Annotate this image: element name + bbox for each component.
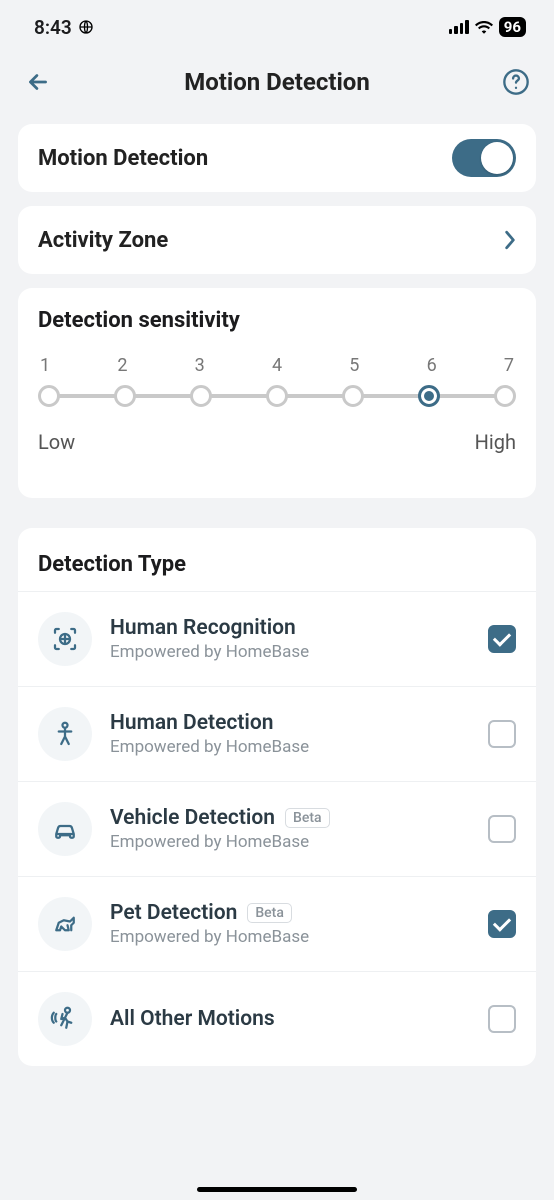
activity-zone-card[interactable]: Activity Zone bbox=[18, 206, 536, 274]
detection-type-name: Human Detection bbox=[110, 711, 470, 735]
toggle-knob bbox=[481, 142, 513, 174]
sensitivity-step[interactable] bbox=[342, 385, 364, 407]
sensitivity-step[interactable] bbox=[266, 385, 288, 407]
sensitivity-tick: 5 bbox=[349, 355, 359, 376]
sensitivity-tick: 6 bbox=[427, 355, 437, 376]
detection-type-subtitle: Empowered by HomeBase bbox=[110, 642, 470, 662]
home-indicator bbox=[197, 1187, 357, 1192]
detection-type-checkbox[interactable] bbox=[488, 1005, 516, 1033]
motion-detection-label: Motion Detection bbox=[38, 146, 208, 171]
beta-badge: Beta bbox=[285, 808, 330, 828]
sensitivity-step[interactable] bbox=[494, 385, 516, 407]
back-button[interactable] bbox=[20, 64, 56, 100]
motion-icon bbox=[38, 992, 92, 1046]
help-button[interactable] bbox=[498, 64, 534, 100]
detection-type-name: Pet DetectionBeta bbox=[110, 901, 470, 925]
detection-type-text: Human RecognitionEmpowered by HomeBase bbox=[110, 616, 470, 662]
motion-detection-card: Motion Detection bbox=[18, 124, 536, 192]
wifi-icon bbox=[475, 20, 493, 34]
detection-type-text: All Other Motions bbox=[110, 1007, 470, 1031]
detection-type-subtitle: Empowered by HomeBase bbox=[110, 927, 470, 947]
detection-type-title: Detection Type bbox=[18, 552, 536, 591]
vehicle-icon bbox=[38, 802, 92, 856]
detection-type-checkbox[interactable] bbox=[488, 625, 516, 653]
human-icon bbox=[38, 707, 92, 761]
detection-type-text: Vehicle DetectionBetaEmpowered by HomeBa… bbox=[110, 806, 470, 852]
cellular-icon bbox=[449, 20, 469, 34]
detection-type-checkbox[interactable] bbox=[488, 910, 516, 938]
sensitivity-tick: 3 bbox=[195, 355, 205, 376]
sensitivity-title: Detection sensitivity bbox=[38, 308, 516, 333]
detection-type-row[interactable]: Human RecognitionEmpowered by HomeBase bbox=[18, 591, 536, 686]
sensitivity-step[interactable] bbox=[114, 385, 136, 407]
sensitivity-tick: 7 bbox=[504, 355, 514, 376]
sensitivity-step[interactable] bbox=[418, 385, 440, 407]
detection-type-row[interactable]: Vehicle DetectionBetaEmpowered by HomeBa… bbox=[18, 781, 536, 876]
pet-icon bbox=[38, 897, 92, 951]
page-title: Motion Detection bbox=[56, 68, 498, 96]
activity-zone-label: Activity Zone bbox=[38, 228, 168, 253]
sensitivity-slider[interactable] bbox=[38, 384, 516, 408]
detection-type-name: Human Recognition bbox=[110, 616, 470, 640]
detection-type-checkbox[interactable] bbox=[488, 720, 516, 748]
sensitivity-low-label: Low bbox=[38, 430, 75, 454]
human-recognition-icon bbox=[38, 612, 92, 666]
sensitivity-tick: 1 bbox=[40, 355, 50, 376]
sensitivity-card: Detection sensitivity 1 2 3 4 5 6 7 Low High bbox=[18, 288, 536, 498]
battery-level: 96 bbox=[499, 17, 526, 37]
detection-type-subtitle: Empowered by HomeBase bbox=[110, 737, 470, 757]
detection-type-name: Vehicle DetectionBeta bbox=[110, 806, 470, 830]
chevron-right-icon bbox=[504, 230, 516, 250]
status-bar: 8:43 96 bbox=[0, 0, 554, 54]
detection-type-checkbox[interactable] bbox=[488, 815, 516, 843]
nav-header: Motion Detection bbox=[0, 54, 554, 110]
sensitivity-step[interactable] bbox=[38, 385, 60, 407]
sensitivity-step[interactable] bbox=[190, 385, 212, 407]
motion-detection-toggle[interactable] bbox=[452, 139, 516, 177]
detection-type-row[interactable]: All Other Motions bbox=[18, 971, 536, 1066]
sensitivity-range-labels: Low High bbox=[38, 430, 516, 454]
status-right: 96 bbox=[449, 17, 526, 37]
detection-type-row[interactable]: Human DetectionEmpowered by HomeBase bbox=[18, 686, 536, 781]
status-left: 8:43 bbox=[34, 16, 94, 39]
motion-detection-row: Motion Detection bbox=[38, 124, 516, 192]
help-icon bbox=[502, 68, 530, 96]
sensitivity-tick: 4 bbox=[272, 355, 282, 376]
detection-type-row[interactable]: Pet DetectionBetaEmpowered by HomeBase bbox=[18, 876, 536, 971]
sensitivity-tick: 2 bbox=[117, 355, 127, 376]
detection-type-subtitle: Empowered by HomeBase bbox=[110, 832, 470, 852]
detection-type-text: Pet DetectionBetaEmpowered by HomeBase bbox=[110, 901, 470, 947]
detection-type-text: Human DetectionEmpowered by HomeBase bbox=[110, 711, 470, 757]
activity-zone-row: Activity Zone bbox=[38, 206, 516, 274]
detection-type-list: Human RecognitionEmpowered by HomeBaseHu… bbox=[18, 591, 536, 1066]
detection-type-name: All Other Motions bbox=[110, 1007, 470, 1031]
globe-icon bbox=[78, 19, 94, 35]
sensitivity-tick-labels: 1 2 3 4 5 6 7 bbox=[38, 355, 516, 376]
status-time: 8:43 bbox=[34, 16, 72, 39]
sensitivity-high-label: High bbox=[475, 430, 516, 454]
detection-type-card: Detection Type Human RecognitionEmpowere… bbox=[18, 528, 536, 1066]
back-arrow-icon bbox=[25, 69, 51, 95]
beta-badge: Beta bbox=[247, 903, 292, 923]
